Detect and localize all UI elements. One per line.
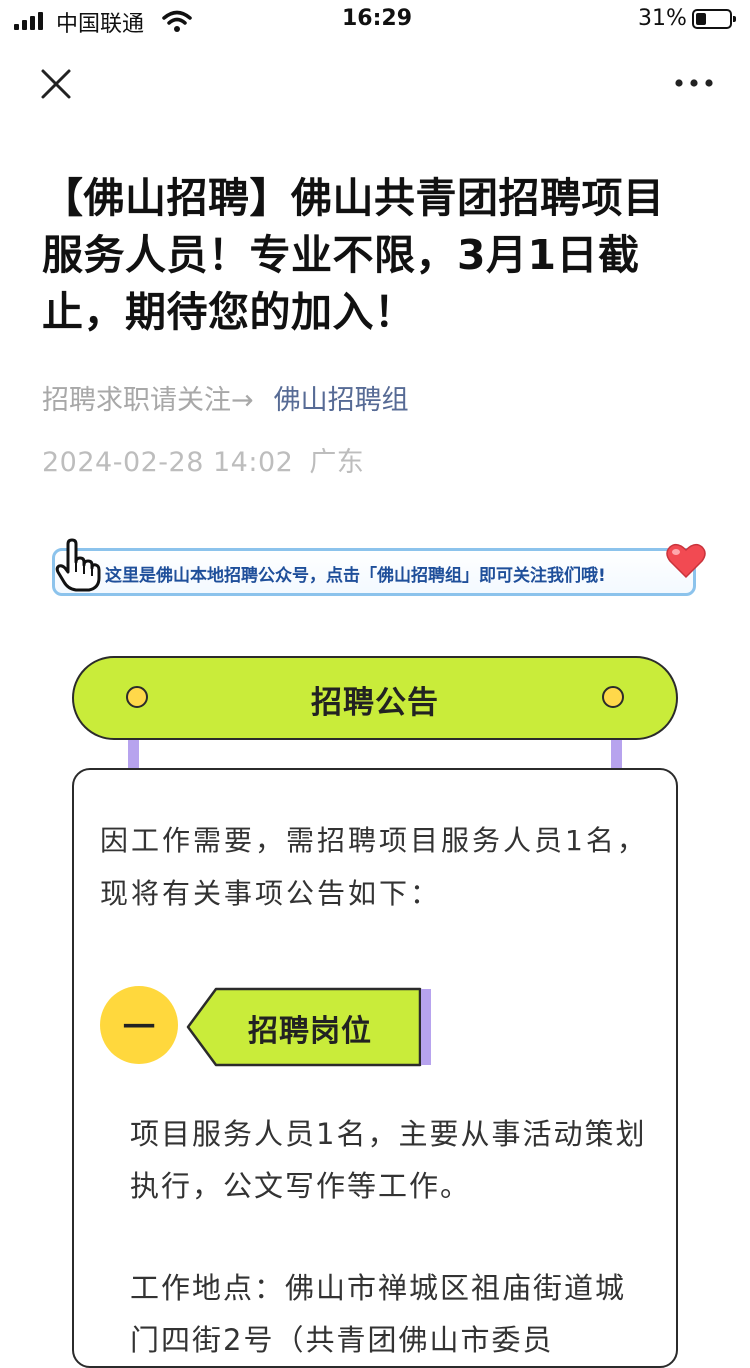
follow-hint: 招聘求职请关注→ <box>42 385 254 416</box>
close-icon <box>41 69 71 99</box>
more-icon <box>675 79 713 87</box>
section-number-badge: 一 <box>100 986 178 1064</box>
right-connector <box>611 740 622 770</box>
notice-header: 招聘公告 <box>72 656 678 740</box>
meta-row: 招聘求职请关注→ 佛山招聘组 <box>42 378 409 417</box>
battery-icon <box>692 9 736 29</box>
section-title-tag: 招聘岗位 <box>186 986 434 1068</box>
banner-text: 这里是佛山本地招聘公众号，点击「佛山招聘组」即可关注我们哦! <box>105 566 606 586</box>
signal-icon <box>14 12 46 30</box>
job-description: 项目服务人员1名，主要从事活动策划执行，公文写作等工作。 <box>130 1117 647 1203</box>
notice-header-label: 招聘公告 <box>311 685 439 721</box>
right-dot <box>602 686 624 708</box>
battery-percent: 31% <box>638 6 687 31</box>
publish-info: 2024-02-28 14:02 广东 <box>42 440 364 479</box>
publish-date: 2024-02-28 14:02 <box>42 447 294 478</box>
notice-content-card: 因工作需要，需招聘项目服务人员1名，现将有关事项公告如下： 一 招聘岗位 项目服… <box>72 768 678 1368</box>
intro-paragraph: 因工作需要，需招聘项目服务人员1名，现将有关事项公告如下： <box>100 824 648 910</box>
account-name-link[interactable]: 佛山招聘组 <box>274 385 409 416</box>
close-button[interactable] <box>38 66 74 102</box>
follow-banner[interactable]: 这里是佛山本地招聘公众号，点击「佛山招聘组」即可关注我们哦! <box>52 548 696 596</box>
pointing-hand-icon <box>55 538 101 592</box>
clock: 16:29 <box>342 6 413 31</box>
heart-icon <box>666 543 706 579</box>
section-number: 一 <box>122 1008 155 1046</box>
carrier-label: 中国联通 <box>56 12 145 37</box>
left-connector <box>128 740 139 770</box>
wifi-icon <box>162 10 192 32</box>
more-button[interactable] <box>672 72 716 94</box>
publish-location: 广东 <box>309 447 365 478</box>
section-title: 招聘岗位 <box>248 1014 372 1049</box>
work-location: 工作地点：佛山市禅城区祖庙街道城门四街2号（共青团佛山市委员 <box>130 1271 627 1357</box>
status-bar: 中国联通 16:29 31% <box>0 0 750 44</box>
article-title: 【佛山招聘】佛山共青团招聘项目服务人员！专业不限，3月1日截止，期待您的加入！ <box>42 174 665 336</box>
